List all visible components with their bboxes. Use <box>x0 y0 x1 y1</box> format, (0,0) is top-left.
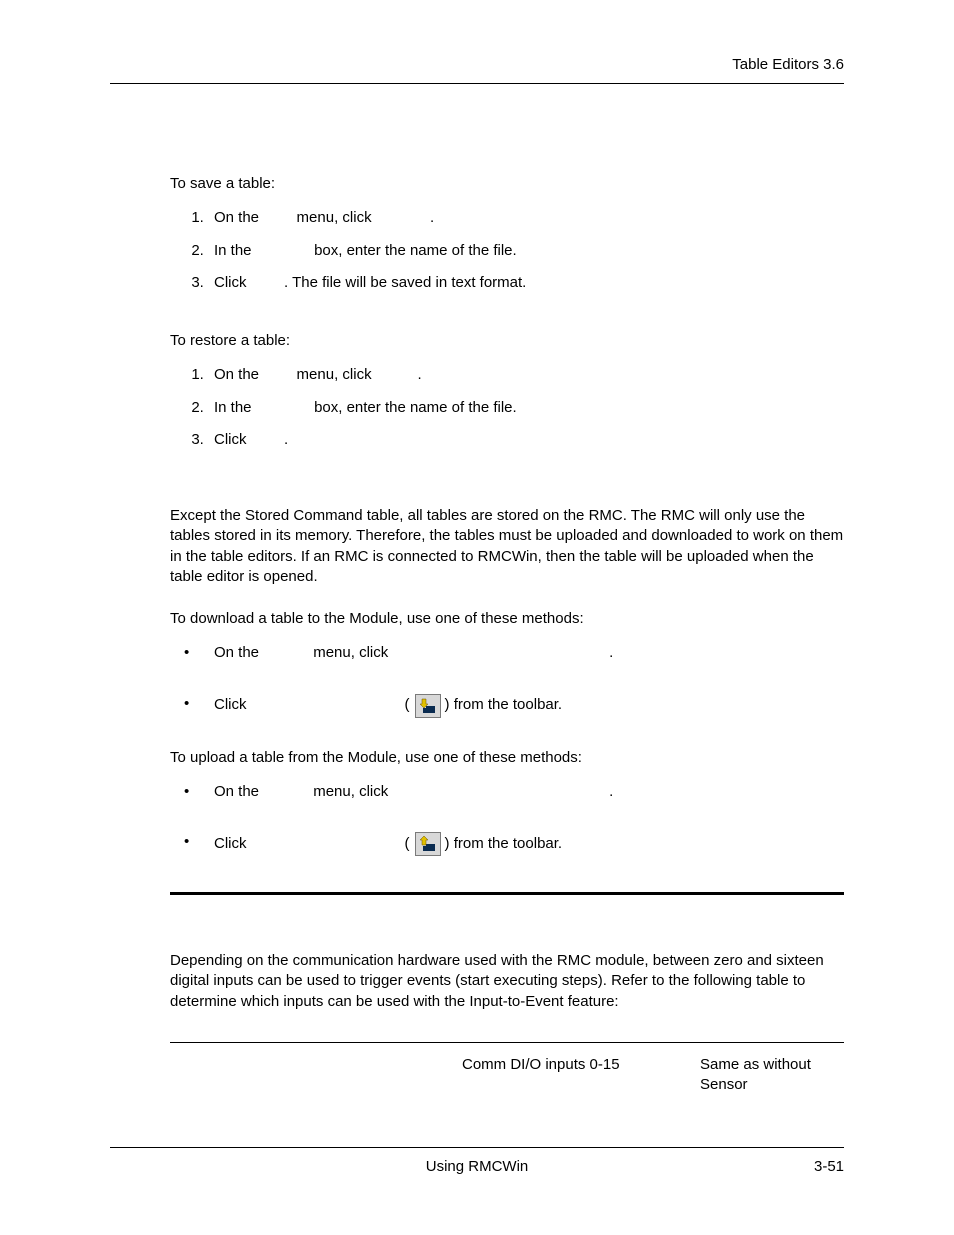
text: Click <box>214 431 251 448</box>
text: . The file will be saved in text format. <box>284 274 526 291</box>
table-cell-2: Comm DI/O inputs 0-15 <box>458 1043 696 1100</box>
footer-right: 3-51 <box>599 1158 844 1175</box>
table-row: Comm DI/O inputs 0-15 Same as without Se… <box>170 1042 844 1100</box>
upload-methods: On the menu, click . Click <box>170 782 844 856</box>
table-cell-3: Same as without Sensor <box>696 1043 844 1100</box>
text: ) from the toolbar. <box>445 834 563 854</box>
text: box, enter the name of the file. <box>314 242 517 259</box>
page-footer: Using RMCWin 3-51 <box>110 1147 844 1175</box>
text: Click <box>214 274 251 291</box>
list-item: Click . <box>208 430 844 450</box>
text: . <box>417 366 421 383</box>
list-item: On the menu, click . <box>208 365 844 385</box>
table-cell-1 <box>170 1043 458 1100</box>
page: Table Editors 3.6 To save a table: On th… <box>0 0 954 1235</box>
text: On the <box>214 209 263 226</box>
list-item: In the box, enter the name of the file. <box>208 398 844 418</box>
text: On the <box>214 366 263 383</box>
main-paragraph: Except the Stored Command table, all tab… <box>170 506 844 587</box>
header-title: Table Editors 3.6 <box>732 56 844 73</box>
text: ( <box>405 695 410 715</box>
text: . <box>609 783 613 800</box>
list-item: On the menu, click . <box>208 208 844 228</box>
restore-intro: To restore a table: <box>170 331 844 351</box>
text: . <box>430 209 434 226</box>
list-item: In the box, enter the name of the file. <box>208 241 844 261</box>
text: On the <box>214 783 263 800</box>
content-area: To save a table: On the menu, click . In… <box>110 174 844 1099</box>
text: Click <box>214 695 247 715</box>
restore-steps: On the menu, click . In the box, enter t… <box>170 365 844 450</box>
text: menu, click <box>313 783 392 800</box>
download-icon <box>415 694 441 718</box>
events-paragraph: Depending on the communication hardware … <box>170 951 844 1012</box>
list-item: Click ( ) from the toolbar. <box>184 832 844 856</box>
text: box, enter the name of the file. <box>314 399 517 416</box>
download-intro: To download a table to the Module, use o… <box>170 609 844 629</box>
footer-left <box>110 1158 355 1175</box>
text: . <box>609 644 613 661</box>
list-item: On the menu, click . <box>184 643 844 663</box>
text: In the <box>214 399 256 416</box>
text: menu, click <box>297 366 376 383</box>
upload-intro: To upload a table from the Module, use o… <box>170 748 844 768</box>
section-divider <box>170 892 844 895</box>
text: . <box>284 431 288 448</box>
text: ) from the toolbar. <box>445 695 563 715</box>
save-intro: To save a table: <box>170 174 844 194</box>
list-item: On the menu, click . <box>184 782 844 802</box>
footer-center: Using RMCWin <box>355 1158 600 1175</box>
text: ( <box>405 834 410 854</box>
text: menu, click <box>297 209 376 226</box>
save-steps: On the menu, click . In the box, enter t… <box>170 208 844 293</box>
upload-icon <box>415 832 441 856</box>
list-item: Click . The file will be saved in text f… <box>208 273 844 293</box>
list-item: Click ( ) from the toolbar. <box>184 694 844 718</box>
download-methods: On the menu, click . Click <box>170 643 844 717</box>
page-header: Table Editors 3.6 <box>110 56 844 84</box>
text: In the <box>214 242 256 259</box>
text: Click <box>214 834 247 854</box>
text: On the <box>214 644 263 661</box>
text: menu, click <box>313 644 392 661</box>
